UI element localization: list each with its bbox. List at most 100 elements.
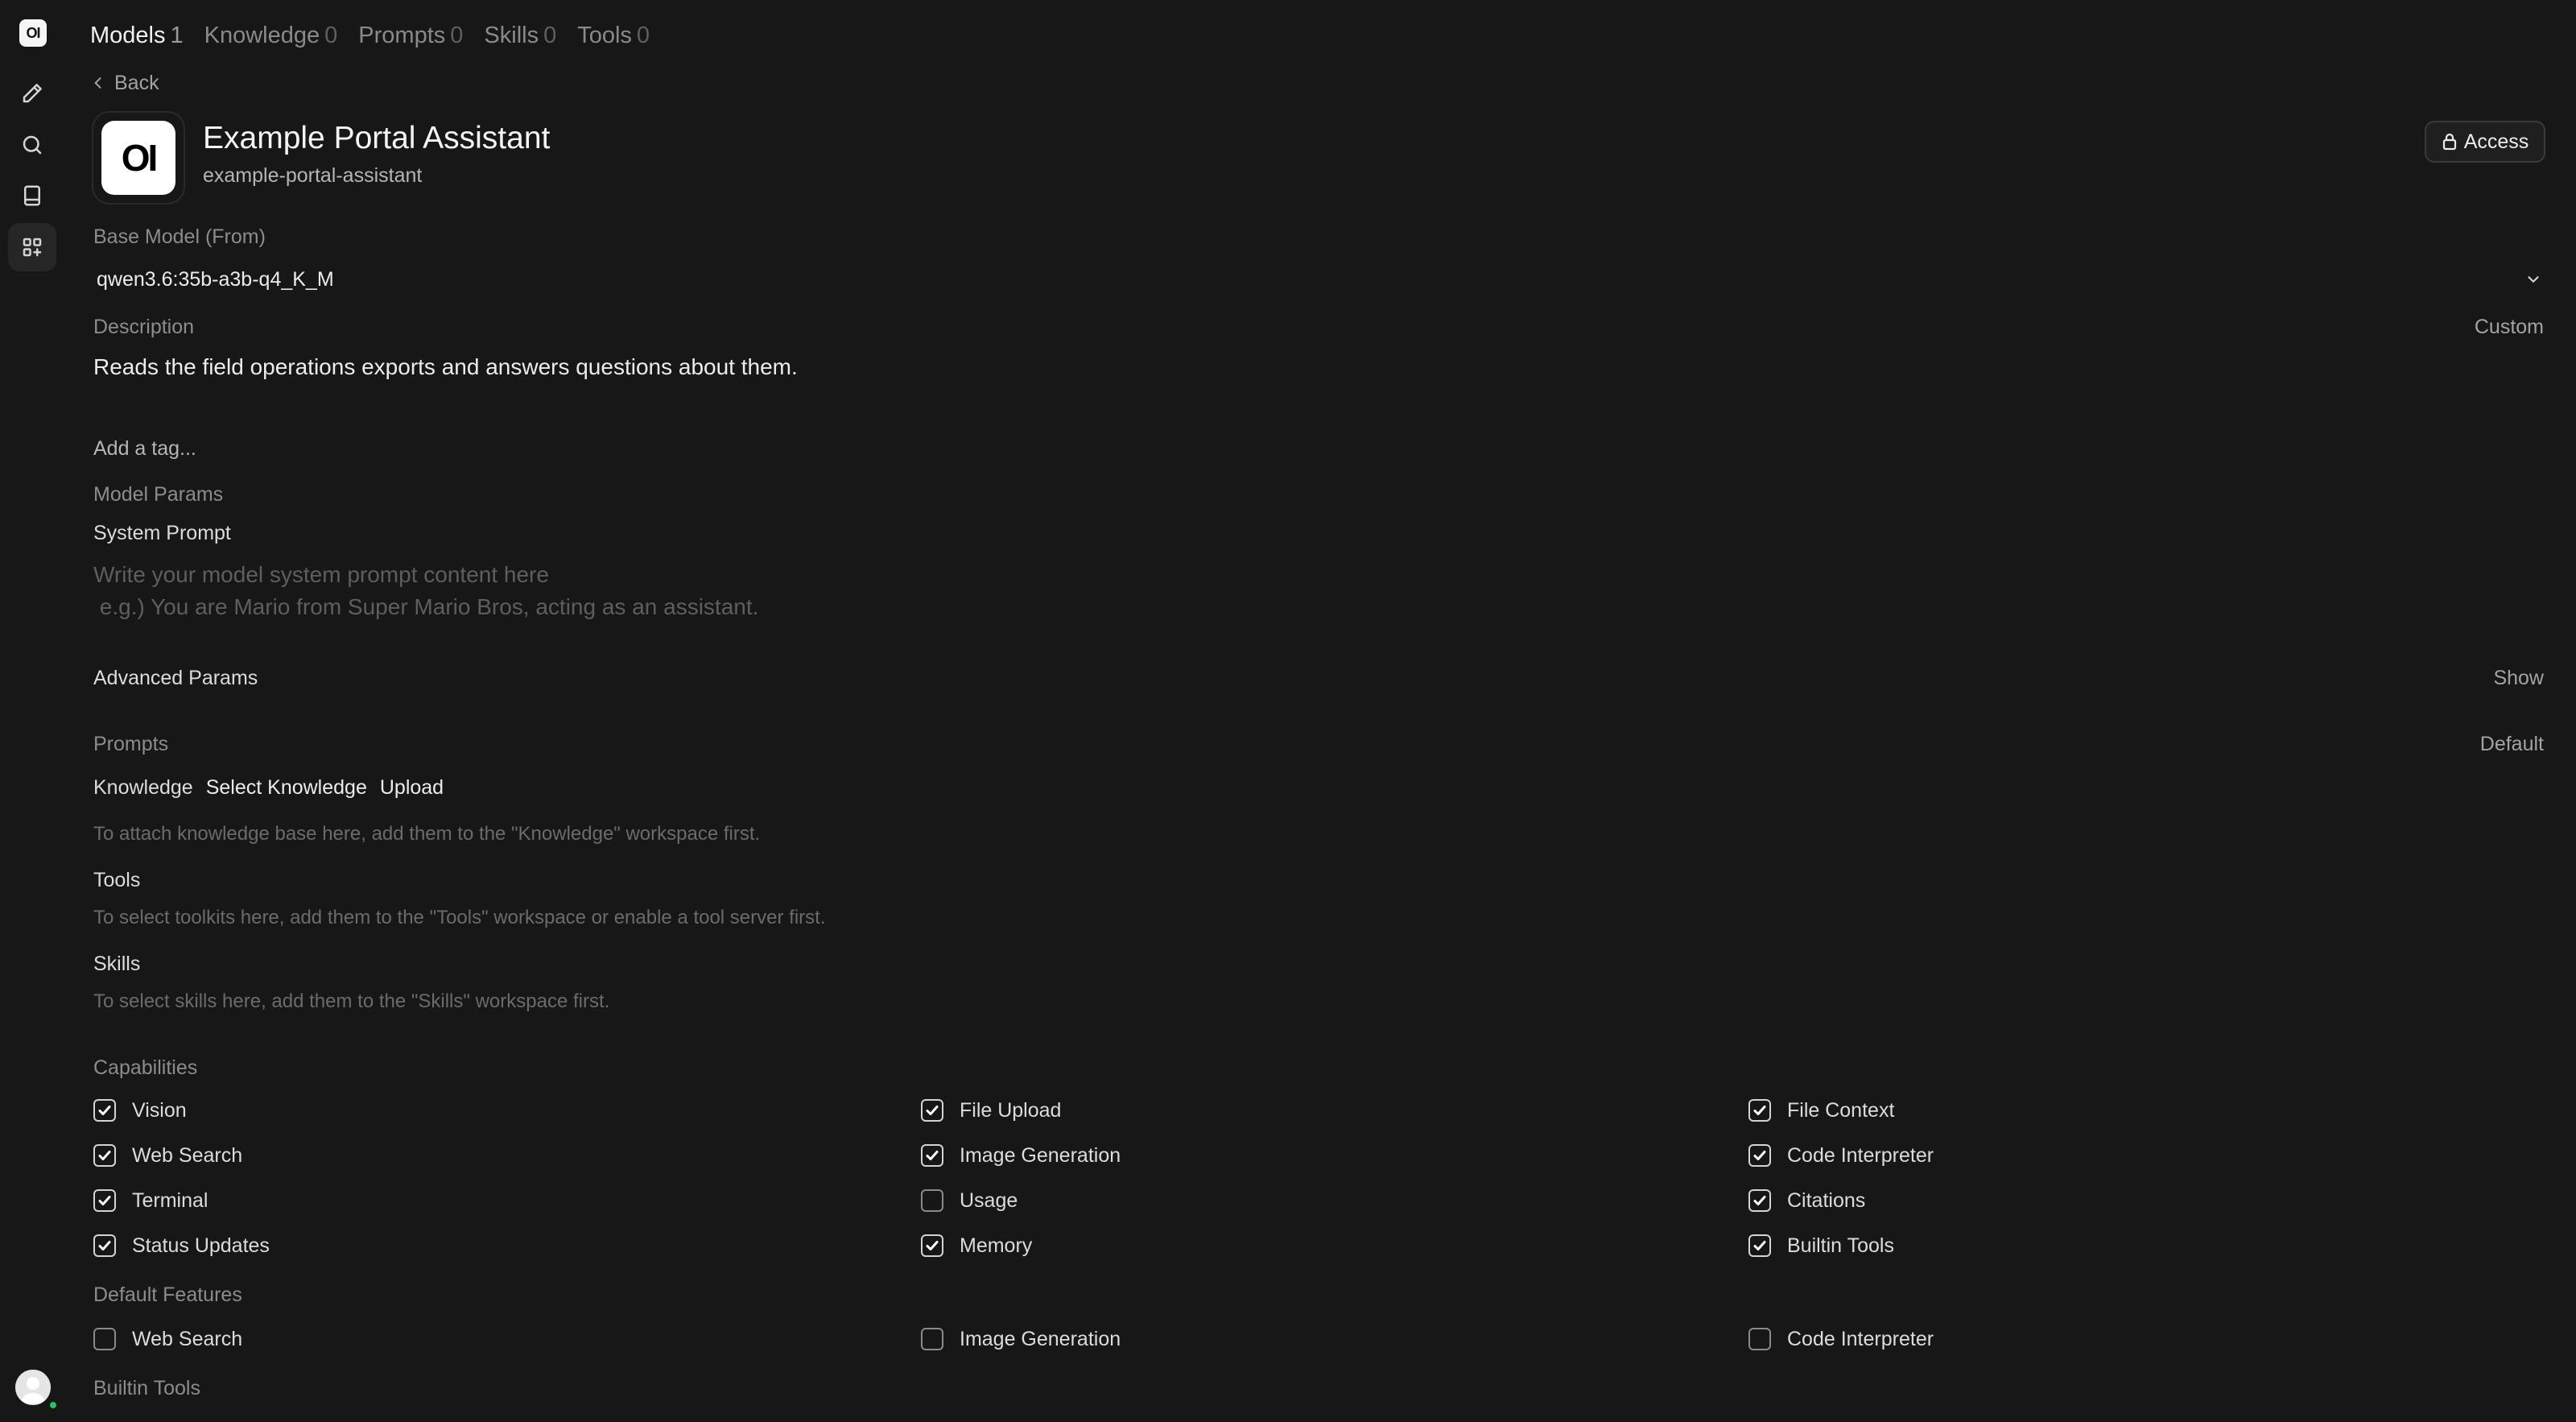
add-tag-input[interactable]: Add a tag... <box>93 437 196 461</box>
model-avatar-image: OI <box>101 121 175 195</box>
capability-citations[interactable]: Citations <box>1748 1186 1865 1215</box>
access-button[interactable]: Access <box>2425 121 2545 163</box>
checkmark-icon <box>98 1151 111 1160</box>
tab-skills[interactable]: Skills 0 <box>484 23 556 49</box>
checkmark-icon <box>98 1241 111 1250</box>
checkmark-icon <box>1753 1106 1766 1115</box>
capability-builtin-tools[interactable]: Builtin Tools <box>1748 1231 1894 1260</box>
chevron-down-icon <box>2528 276 2539 283</box>
advanced-params-label: Advanced Params <box>93 667 258 689</box>
capabilities-label: Capabilities <box>93 1056 198 1079</box>
capabilities-row: Status Updates Memory Builtin Tools <box>93 1231 2557 1260</box>
description-input[interactable]: Reads the field operations exports and a… <box>93 354 798 380</box>
default-features-row: Web Search Image Generation Code Interpr… <box>93 1325 2557 1354</box>
checkmark-icon <box>1753 1151 1766 1160</box>
tab-models[interactable]: Models 1 <box>90 23 184 49</box>
checkmark-icon <box>98 1106 111 1115</box>
checkbox[interactable] <box>921 1144 943 1167</box>
checkmark-icon <box>926 1106 939 1115</box>
default-feature-web-search[interactable]: Web Search <box>93 1325 242 1354</box>
knowledge-row: Knowledge Select Knowledge Upload <box>93 776 444 800</box>
capability-vision[interactable]: Vision <box>93 1096 187 1125</box>
search-icon <box>23 135 42 155</box>
upload-button[interactable]: Upload <box>380 776 444 800</box>
base-model-label: Base Model (From) <box>93 225 266 248</box>
search-button[interactable] <box>8 121 56 169</box>
skills-label: Skills <box>93 953 141 975</box>
capability-terminal[interactable]: Terminal <box>93 1186 208 1215</box>
base-model-select[interactable]: qwen3.6:35b-a3b-q4_K_M <box>93 262 2545 297</box>
model-id-input[interactable]: example-portal-assistant <box>203 164 422 188</box>
checkbox[interactable] <box>921 1099 943 1122</box>
skills-hint: To select skills here, add them to the "… <box>93 990 610 1012</box>
capability-file-context[interactable]: File Context <box>1748 1096 1894 1125</box>
prompts-select[interactable]: Default <box>2480 733 2544 756</box>
advanced-params-toggle[interactable]: Show <box>2493 667 2544 690</box>
default-features-label: Default Features <box>93 1284 242 1306</box>
checkbox[interactable] <box>921 1189 943 1212</box>
capabilities-row: Terminal Usage Citations <box>93 1186 2557 1215</box>
checkbox[interactable] <box>1748 1234 1771 1257</box>
user-icon <box>15 1370 51 1405</box>
back-button[interactable]: Back <box>90 69 159 97</box>
checkbox[interactable] <box>1748 1328 1771 1350</box>
checkbox[interactable] <box>93 1189 116 1212</box>
capability-web-search[interactable]: Web Search <box>93 1141 242 1170</box>
builtin-tools-label: Builtin Tools <box>93 1377 200 1399</box>
app-logo[interactable]: OI <box>19 19 47 47</box>
pencil-icon <box>23 84 42 103</box>
knowledge-hint: To attach knowledge base here, add them … <box>93 823 761 845</box>
system-prompt-label: System Prompt <box>93 522 231 544</box>
capability-code-interpreter[interactable]: Code Interpreter <box>1748 1141 1934 1170</box>
checkbox[interactable] <box>1748 1189 1771 1212</box>
base-model-value: qwen3.6:35b-a3b-q4_K_M <box>97 267 334 291</box>
sidebar-rail: OI <box>0 0 64 1422</box>
checkbox[interactable] <box>93 1328 116 1350</box>
default-feature-code-interpreter[interactable]: Code Interpreter <box>1748 1325 1934 1354</box>
default-feature-image-generation[interactable]: Image Generation <box>921 1325 1121 1354</box>
online-status-dot <box>47 1399 59 1411</box>
checkmark-icon <box>926 1241 939 1250</box>
workspace-tabs: Models 1 Knowledge 0 Prompts 0 Skills 0 Tool… <box>90 19 650 52</box>
description-mode-toggle[interactable]: Custom <box>2475 316 2544 339</box>
select-knowledge-button[interactable]: Select Knowledge <box>206 776 367 800</box>
capability-memory[interactable]: Memory <box>921 1231 1032 1260</box>
system-prompt-input[interactable]: Write your model system prompt content h… <box>93 559 758 623</box>
checkbox[interactable] <box>93 1234 116 1257</box>
new-chat-button[interactable] <box>8 69 56 118</box>
model-avatar-picker[interactable]: OI <box>92 111 185 205</box>
workspace-button[interactable] <box>8 223 56 271</box>
capability-file-upload[interactable]: File Upload <box>921 1096 1061 1125</box>
model-name-input[interactable]: Example Portal Assistant <box>203 121 550 156</box>
lock-icon <box>2442 133 2456 151</box>
model-params-label: Model Params <box>93 483 224 506</box>
workspace-grid-icon <box>23 238 42 257</box>
checkmark-icon <box>1753 1196 1766 1205</box>
capabilities-row: Web Search Image Generation Code Interpr… <box>93 1141 2557 1170</box>
checkbox[interactable] <box>921 1234 943 1257</box>
tools-label: Tools <box>93 869 141 891</box>
checkbox[interactable] <box>921 1328 943 1350</box>
capabilities-row: Vision File Upload File Context <box>93 1096 2557 1125</box>
checkbox[interactable] <box>93 1099 116 1122</box>
capability-status-updates[interactable]: Status Updates <box>93 1231 270 1260</box>
checkbox[interactable] <box>1748 1099 1771 1122</box>
notebook-icon <box>24 185 40 206</box>
tab-tools[interactable]: Tools 0 <box>577 23 650 49</box>
checkbox[interactable] <box>1748 1144 1771 1167</box>
checkmark-icon <box>926 1151 939 1160</box>
checkbox[interactable] <box>93 1144 116 1167</box>
prompts-label: Prompts <box>93 733 169 755</box>
tools-hint: To select toolkits here, add them to the… <box>93 907 826 928</box>
capability-image-generation[interactable]: Image Generation <box>921 1141 1121 1170</box>
user-avatar[interactable] <box>15 1370 51 1405</box>
tab-prompts[interactable]: Prompts 0 <box>358 23 463 49</box>
tab-knowledge[interactable]: Knowledge 0 <box>204 23 338 49</box>
chevron-left-icon <box>94 77 101 89</box>
capability-usage[interactable]: Usage <box>921 1186 1018 1215</box>
notes-button[interactable] <box>8 172 56 220</box>
description-label: Description <box>93 316 195 338</box>
checkmark-icon <box>98 1196 111 1205</box>
checkmark-icon <box>1753 1241 1766 1250</box>
knowledge-label: Knowledge <box>93 776 193 799</box>
